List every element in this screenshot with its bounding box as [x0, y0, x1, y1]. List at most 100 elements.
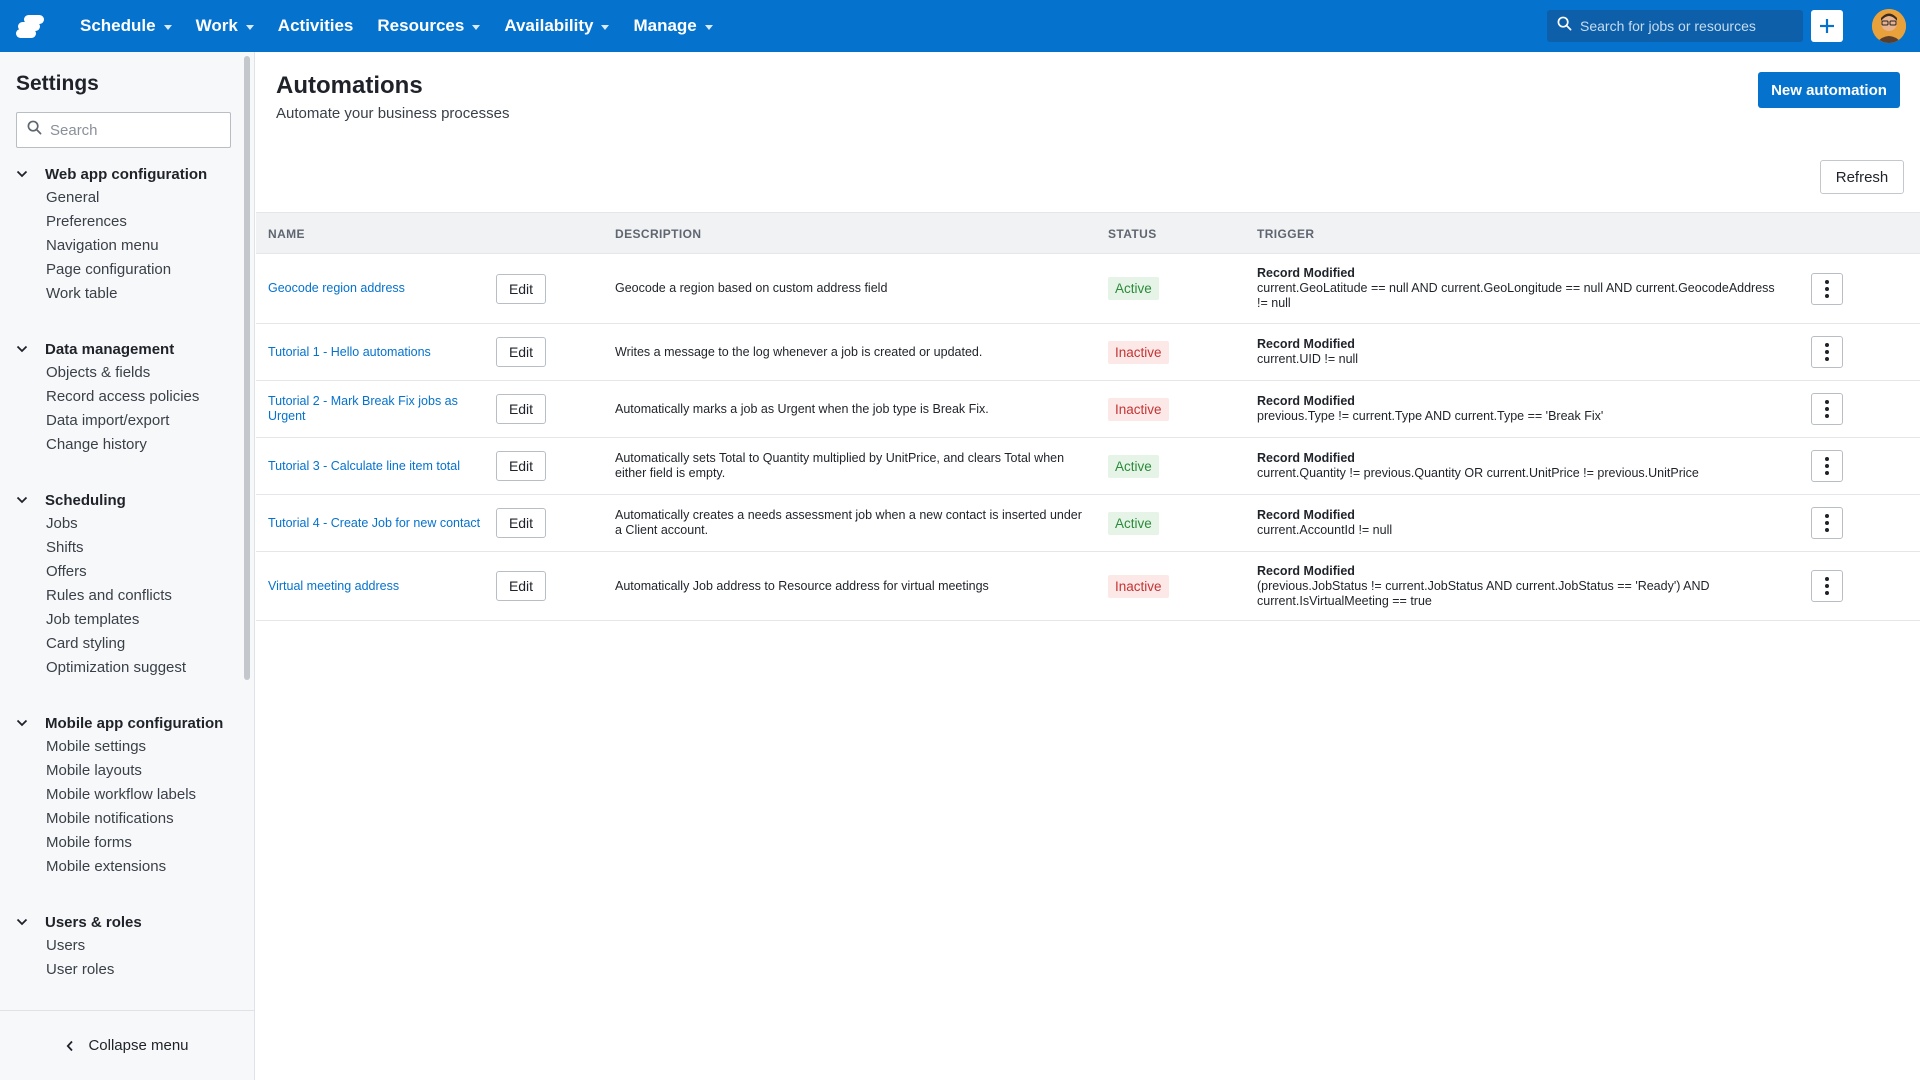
sidebar-item-data-import-export[interactable]: Data import/export — [0, 409, 255, 433]
chevron-down-icon — [601, 24, 610, 30]
nav-resources[interactable]: Resources — [365, 0, 492, 52]
automation-trigger: Record Modified current.AccountId != null — [1257, 508, 1787, 538]
column-header-name[interactable]: NAME — [268, 227, 305, 241]
table-row: Tutorial 1 - Hello automations Edit Writ… — [256, 324, 1920, 381]
sidebar-group-header[interactable]: Mobile app configuration — [0, 711, 255, 735]
sidebar-item-mobile-forms[interactable]: Mobile forms — [0, 831, 255, 855]
table-row: Tutorial 3 - Calculate line item total E… — [256, 438, 1920, 495]
add-button[interactable] — [1811, 10, 1843, 42]
page-subtitle: Automate your business processes — [276, 105, 510, 122]
app-logo-icon[interactable] — [16, 14, 46, 38]
sidebar-group-data-management: Data management Objects & fields Record … — [0, 337, 255, 457]
automation-name-link[interactable]: Geocode region address — [268, 281, 488, 296]
main-nav: Schedule Work Activities Resources Avail… — [68, 0, 725, 52]
collapse-menu-button[interactable]: Collapse menu — [0, 1010, 255, 1080]
sidebar-item-shifts[interactable]: Shifts — [0, 536, 255, 560]
sidebar-item-work-table[interactable]: Work table — [0, 282, 255, 306]
sidebar-item-general[interactable]: General — [0, 186, 255, 210]
sidebar-item-mobile-notifications[interactable]: Mobile notifications — [0, 807, 255, 831]
refresh-button[interactable]: Refresh — [1820, 160, 1904, 194]
automation-description: Automatically sets Total to Quantity mul… — [615, 451, 1065, 480]
edit-button[interactable]: Edit — [496, 571, 546, 601]
status-badge: Active — [1108, 511, 1159, 535]
chevron-down-icon — [16, 496, 40, 504]
automation-name-link[interactable]: Tutorial 2 - Mark Break Fix jobs as Urge… — [268, 394, 488, 424]
sidebar-item-mobile-extensions[interactable]: Mobile extensions — [0, 855, 255, 879]
sidebar-group-label: Web app configuration — [45, 165, 208, 183]
sidebar-group-header[interactable]: Web app configuration — [0, 162, 255, 186]
sidebar-item-mobile-settings[interactable]: Mobile settings — [0, 735, 255, 759]
nav-work[interactable]: Work — [184, 0, 266, 52]
automations-table: NAME DESCRIPTION STATUS TRIGGER Geocode … — [256, 212, 1920, 621]
trigger-condition: current.GeoLatitude == null AND current.… — [1257, 281, 1775, 310]
avatar[interactable] — [1872, 9, 1906, 43]
status-badge: Inactive — [1108, 397, 1169, 421]
sidebar-item-objects-fields[interactable]: Objects & fields — [0, 361, 255, 385]
sidebar-item-preferences[interactable]: Preferences — [0, 210, 255, 234]
sidebar-item-rules-and-conflicts[interactable]: Rules and conflicts — [0, 584, 255, 608]
sidebar-item-mobile-layouts[interactable]: Mobile layouts — [0, 759, 255, 783]
sidebar-search-input[interactable] — [50, 121, 220, 139]
sidebar-item-offers[interactable]: Offers — [0, 560, 255, 584]
sidebar-item-job-templates[interactable]: Job templates — [0, 608, 255, 632]
more-actions-button[interactable] — [1811, 570, 1843, 602]
automation-trigger: Record Modified (previous.JobStatus != cu… — [1257, 564, 1787, 609]
sidebar-group-users-roles: Users & roles Users User roles — [0, 910, 255, 982]
more-actions-button[interactable] — [1811, 450, 1843, 482]
nav-schedule[interactable]: Schedule — [68, 0, 184, 52]
automation-description: Automatically creates a needs assessment… — [615, 508, 1082, 537]
sidebar-group-header[interactable]: Data management — [0, 337, 255, 361]
edit-button[interactable]: Edit — [496, 337, 546, 367]
new-automation-button[interactable]: New automation — [1758, 72, 1900, 108]
nav-activities[interactable]: Activities — [266, 0, 366, 52]
status-badge: Active — [1108, 454, 1159, 478]
automation-trigger: Record Modified previous.Type != current.… — [1257, 394, 1787, 424]
sidebar-group-header[interactable]: Scheduling — [0, 488, 255, 512]
trigger-condition: current.UID != null — [1257, 352, 1359, 366]
sidebar-scrollbar[interactable] — [244, 56, 250, 680]
automation-name-link[interactable]: Virtual meeting address — [268, 579, 488, 594]
chevron-down-icon — [472, 24, 481, 30]
column-header-trigger[interactable]: TRIGGER — [1257, 227, 1314, 241]
sidebar-item-mobile-workflow-labels[interactable]: Mobile workflow labels — [0, 783, 255, 807]
sidebar-item-navigation-menu[interactable]: Navigation menu — [0, 234, 255, 258]
nav-label: Work — [195, 16, 238, 35]
sidebar-item-change-history[interactable]: Change history — [0, 433, 255, 457]
automation-description: Geocode a region based on custom address… — [615, 281, 888, 295]
edit-button[interactable]: Edit — [496, 508, 546, 538]
automation-name-link[interactable]: Tutorial 4 - Create Job for new contact — [268, 516, 488, 531]
automation-trigger: Record Modified current.UID != null — [1257, 337, 1787, 367]
automation-name-link[interactable]: Tutorial 3 - Calculate line item total — [268, 459, 488, 474]
sidebar-item-page-configuration[interactable]: Page configuration — [0, 258, 255, 282]
column-header-description[interactable]: DESCRIPTION — [615, 227, 701, 241]
automation-name-link[interactable]: Tutorial 1 - Hello automations — [268, 345, 488, 360]
nav-label: Availability — [504, 16, 594, 35]
sidebar-group-scheduling: Scheduling Jobs Shifts Offers Rules and … — [0, 488, 255, 680]
sidebar-item-jobs[interactable]: Jobs — [0, 512, 255, 536]
more-actions-button[interactable] — [1811, 336, 1843, 368]
table-row: Tutorial 2 - Mark Break Fix jobs as Urge… — [256, 381, 1920, 438]
chevron-left-icon — [66, 1040, 74, 1052]
sidebar-group-header[interactable]: Users & roles — [0, 910, 255, 934]
sidebar-item-user-roles[interactable]: User roles — [0, 958, 255, 982]
more-actions-button[interactable] — [1811, 507, 1843, 539]
sidebar-item-record-access-policies[interactable]: Record access policies — [0, 385, 255, 409]
nav-manage[interactable]: Manage — [621, 0, 724, 52]
sidebar-item-users[interactable]: Users — [0, 934, 255, 958]
sidebar-group-label: Mobile app configuration — [45, 714, 224, 732]
global-search-input[interactable] — [1580, 18, 1790, 34]
more-actions-button[interactable] — [1811, 393, 1843, 425]
trigger-type: Record Modified — [1257, 508, 1355, 522]
trigger-type: Record Modified — [1257, 337, 1355, 351]
sidebar-scroll-area: Settings Web app configuration General P… — [0, 52, 255, 1010]
more-actions-button[interactable] — [1811, 272, 1843, 305]
edit-button[interactable]: Edit — [496, 451, 546, 481]
nav-availability[interactable]: Availability — [492, 0, 621, 52]
sidebar-item-card-styling[interactable]: Card styling — [0, 632, 255, 656]
sidebar-group-web-app-configuration: Web app configuration General Preference… — [0, 162, 255, 306]
edit-button[interactable]: Edit — [496, 273, 546, 304]
column-header-status[interactable]: STATUS — [1108, 227, 1157, 241]
edit-button[interactable]: Edit — [496, 394, 546, 424]
sidebar-item-optimization-suggest[interactable]: Optimization suggest — [0, 656, 255, 680]
trigger-condition: (previous.JobStatus != current.JobStatus… — [1257, 578, 1710, 608]
